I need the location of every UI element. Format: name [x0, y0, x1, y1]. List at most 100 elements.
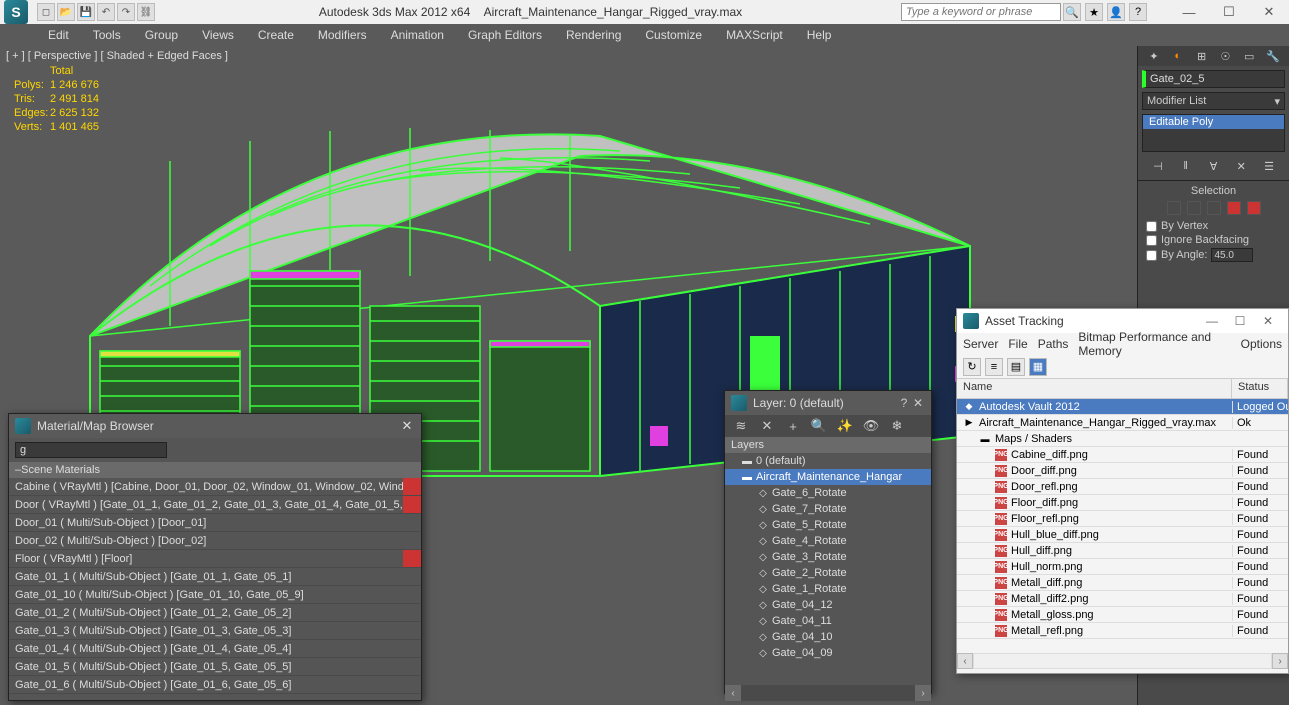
material-search-input[interactable]: [15, 442, 167, 458]
scroll-right-button[interactable]: ›: [915, 685, 931, 701]
material-row[interactable]: Gate_01_2 ( Multi/Sub-Object ) [Gate_01_…: [9, 604, 421, 622]
layers-titlebar[interactable]: Layer: 0 (default) ? ✕: [725, 391, 931, 415]
asset-menu-options[interactable]: Options: [1241, 337, 1282, 351]
layer-row[interactable]: ◇Gate_5_Rotate: [725, 517, 931, 533]
new-layer-icon[interactable]: ≋: [733, 418, 749, 434]
asset-row[interactable]: PNGDoor_diff.pngFound: [957, 463, 1288, 479]
layer-row[interactable]: ◇Gate_3_Rotate: [725, 549, 931, 565]
scene-materials-header[interactable]: – Scene Materials: [9, 462, 421, 478]
menu-group[interactable]: Group: [133, 24, 190, 46]
element-subobj-icon[interactable]: [1247, 201, 1261, 215]
menu-customize[interactable]: Customize: [633, 24, 714, 46]
asset-row[interactable]: ▬Maps / Shaders: [957, 431, 1288, 447]
menu-modifiers[interactable]: Modifiers: [306, 24, 379, 46]
ignore-backfacing-checkbox[interactable]: Ignore Backfacing: [1138, 233, 1289, 247]
asset-row[interactable]: ▶Aircraft_Maintenance_Hangar_Rigged_vray…: [957, 415, 1288, 431]
tree-view-icon[interactable]: ≡: [985, 358, 1003, 376]
asset-row[interactable]: ◆Autodesk Vault 2012Logged Ou: [957, 399, 1288, 415]
angle-spinner[interactable]: [1211, 248, 1253, 262]
polygon-subobj-icon[interactable]: [1227, 201, 1241, 215]
help-search-input[interactable]: [901, 3, 1061, 21]
close-button[interactable]: ✕: [1254, 309, 1282, 333]
border-subobj-icon[interactable]: [1207, 201, 1221, 215]
hierarchy-tab-icon[interactable]: ⊞: [1194, 48, 1210, 64]
asset-menu-file[interactable]: File: [1008, 337, 1027, 351]
community-button[interactable]: 👤: [1107, 3, 1125, 21]
menu-rendering[interactable]: Rendering: [554, 24, 633, 46]
asset-menu-server[interactable]: Server: [963, 337, 998, 351]
name-column-header[interactable]: Name: [957, 379, 1232, 398]
asset-row[interactable]: PNGHull_diff.pngFound: [957, 543, 1288, 559]
menu-graph-editors[interactable]: Graph Editors: [456, 24, 554, 46]
selection-rollout-title[interactable]: Selection: [1138, 185, 1289, 197]
modifier-list-dropdown[interactable]: Modifier List▾: [1142, 92, 1285, 110]
list-view-icon[interactable]: ▤: [1007, 358, 1025, 376]
close-button[interactable]: ✕: [1249, 0, 1289, 24]
vertex-subobj-icon[interactable]: [1167, 201, 1181, 215]
pin-stack-icon[interactable]: ⊣: [1151, 159, 1165, 173]
motion-tab-icon[interactable]: ☉: [1217, 48, 1233, 64]
hide-icon[interactable]: 👁: [863, 418, 879, 434]
layer-row[interactable]: ◇Gate_04_12: [725, 597, 931, 613]
viewport-label[interactable]: [ + ] [ Perspective ] [ Shaded + Edged F…: [6, 50, 228, 62]
material-row[interactable]: Door ( VRayMtl ) [Gate_01_1, Gate_01_2, …: [9, 496, 421, 514]
asset-menu-paths[interactable]: Paths: [1038, 337, 1069, 351]
modifier-stack-item[interactable]: Editable Poly: [1143, 115, 1284, 129]
new-button[interactable]: ◻: [37, 3, 55, 21]
material-row[interactable]: Door_01 ( Multi/Sub-Object ) [Door_01]: [9, 514, 421, 532]
search-button[interactable]: 🔍: [1063, 3, 1081, 21]
add-to-layer-icon[interactable]: +: [785, 418, 801, 434]
display-tab-icon[interactable]: ▭: [1241, 48, 1257, 64]
maximize-button[interactable]: ☐: [1209, 0, 1249, 24]
material-row[interactable]: Cabine ( VRayMtl ) [Cabine, Door_01, Doo…: [9, 478, 421, 496]
select-objects-icon[interactable]: 🔍: [811, 418, 827, 434]
save-button[interactable]: 💾: [77, 3, 95, 21]
menu-create[interactable]: Create: [246, 24, 306, 46]
layer-row[interactable]: ◇Gate_1_Rotate: [725, 581, 931, 597]
layer-row[interactable]: ◇Gate_7_Rotate: [725, 501, 931, 517]
layer-row[interactable]: ◇Gate_6_Rotate: [725, 485, 931, 501]
material-row[interactable]: Gate_01_4 ( Multi/Sub-Object ) [Gate_01_…: [9, 640, 421, 658]
show-end-result-icon[interactable]: ‖: [1179, 159, 1193, 173]
asset-row[interactable]: PNGDoor_refl.pngFound: [957, 479, 1288, 495]
help-icon[interactable]: ?: [1129, 3, 1147, 21]
menu-tools[interactable]: Tools: [81, 24, 133, 46]
table-view-icon[interactable]: ▦: [1029, 358, 1047, 376]
by-vertex-checkbox[interactable]: By Vertex: [1138, 219, 1289, 233]
utilities-tab-icon[interactable]: 🔧: [1265, 48, 1281, 64]
configure-sets-icon[interactable]: ☰: [1262, 159, 1276, 173]
asset-row[interactable]: PNGCabine_diff.pngFound: [957, 447, 1288, 463]
delete-layer-icon[interactable]: ✕: [759, 418, 775, 434]
material-row[interactable]: Gate_01_10 ( Multi/Sub-Object ) [Gate_01…: [9, 586, 421, 604]
help-icon[interactable]: ?: [897, 396, 911, 410]
layer-row[interactable]: ◇Gate_2_Rotate: [725, 565, 931, 581]
make-unique-icon[interactable]: ∀: [1206, 159, 1220, 173]
highlight-icon[interactable]: ✨: [837, 418, 853, 434]
material-row[interactable]: Gate_01_3 ( Multi/Sub-Object ) [Gate_01_…: [9, 622, 421, 640]
freeze-icon[interactable]: ❄: [889, 418, 905, 434]
modifier-stack[interactable]: Editable Poly: [1142, 114, 1285, 152]
layer-row[interactable]: ◇Gate_04_10: [725, 629, 931, 645]
material-row[interactable]: Door_02 ( Multi/Sub-Object ) [Door_02]: [9, 532, 421, 550]
close-icon[interactable]: ✕: [399, 418, 415, 434]
menu-edit[interactable]: Edit: [36, 24, 81, 46]
asset-row[interactable]: PNGFloor_refl.pngFound: [957, 511, 1288, 527]
menu-views[interactable]: Views: [190, 24, 246, 46]
asset-row[interactable]: PNGMetall_gloss.pngFound: [957, 607, 1288, 623]
status-column-header[interactable]: Status: [1232, 379, 1288, 398]
remove-modifier-icon[interactable]: ✕: [1234, 159, 1248, 173]
material-browser-titlebar[interactable]: Material/Map Browser ✕: [9, 414, 421, 438]
scroll-left-button[interactable]: ‹: [957, 653, 973, 669]
asset-row[interactable]: PNGMetall_refl.pngFound: [957, 623, 1288, 639]
favorites-button[interactable]: ★: [1085, 3, 1103, 21]
refresh-icon[interactable]: ↻: [963, 358, 981, 376]
menu-maxscript[interactable]: MAXScript: [714, 24, 795, 46]
scrollbar-horizontal[interactable]: [973, 653, 1272, 669]
minimize-button[interactable]: —: [1169, 0, 1209, 24]
scrollbar-horizontal[interactable]: [741, 685, 915, 701]
layer-row[interactable]: ◇Gate_04_09: [725, 645, 931, 661]
menu-animation[interactable]: Animation: [379, 24, 456, 46]
modify-tab-icon[interactable]: ◐: [1170, 48, 1186, 64]
material-row[interactable]: Floor ( VRayMtl ) [Floor]: [9, 550, 421, 568]
link-button[interactable]: ⛓: [137, 3, 155, 21]
